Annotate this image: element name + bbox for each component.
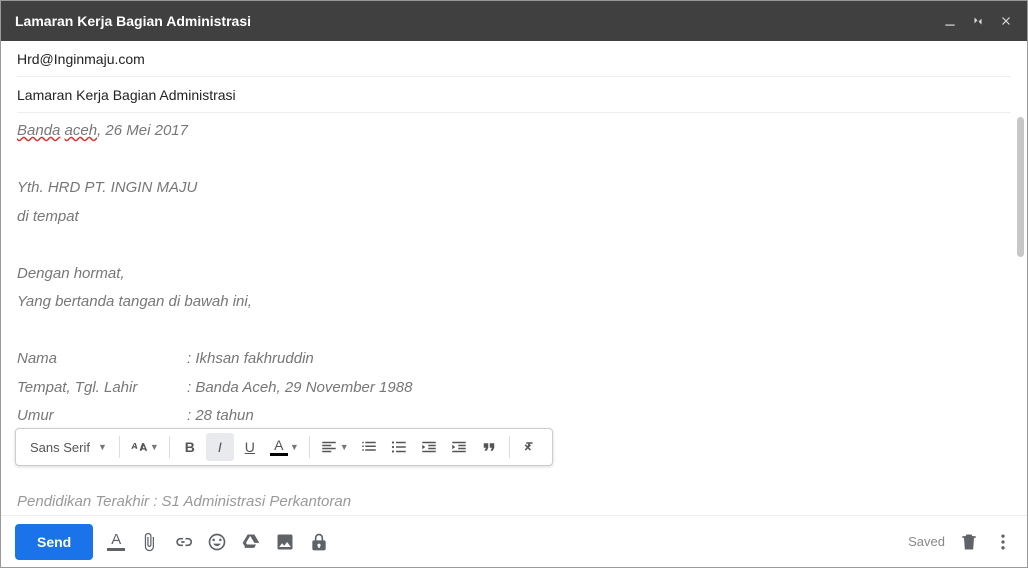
bottom-toolbar: Send A Saved [1, 515, 1027, 567]
indent-less-button[interactable] [415, 433, 443, 461]
insert-link-button[interactable] [173, 532, 193, 552]
subject-value: Lamaran Kerja Bagian Administrasi [17, 87, 236, 103]
italic-button[interactable]: I [206, 433, 234, 461]
chevron-down-icon: ▼ [150, 442, 159, 452]
body-text: di tempat [17, 203, 1011, 232]
font-family-label: Sans Serif [30, 440, 90, 455]
saved-label: Saved [908, 534, 945, 549]
chevron-down-icon: ▼ [290, 442, 299, 452]
numbered-list-button[interactable] [355, 433, 383, 461]
formatting-toggle-button[interactable]: A [107, 532, 125, 551]
chevron-down-icon: ▼ [98, 442, 107, 452]
body-label: Umur [17, 402, 187, 431]
chevron-down-icon: ▼ [340, 442, 349, 452]
separator [119, 436, 120, 458]
window-title: Lamaran Kerja Bagian Administrasi [15, 13, 251, 29]
compose-window: Lamaran Kerja Bagian Administrasi Hrd@In… [0, 0, 1028, 568]
confidential-mode-button[interactable] [309, 532, 329, 552]
more-options-button[interactable] [993, 532, 1013, 552]
minimize-button[interactable] [943, 14, 957, 28]
insert-drive-button[interactable] [241, 532, 261, 552]
body-text: , 26 Mei 2017 [97, 122, 188, 139]
body-text: Banda [17, 122, 60, 139]
to-field[interactable]: Hrd@Inginmaju.com [17, 41, 1011, 77]
body-text: Yang bertanda tangan di bawah ini, [17, 288, 1011, 317]
send-button[interactable]: Send [15, 524, 93, 560]
bottom-right: Saved [908, 532, 1013, 552]
popout-button[interactable] [971, 14, 985, 28]
bold-button[interactable]: B [176, 433, 204, 461]
window-controls [943, 14, 1013, 28]
body-label: Tempat, Tgl. Lahir [17, 374, 187, 403]
body-text: Dengan hormat, [17, 260, 1011, 289]
body-wrap: Banda aceh, 26 Mei 2017 Yth. HRD PT. ING… [1, 113, 1027, 515]
remove-formatting-button[interactable] [516, 433, 544, 461]
body-label: Nama [17, 345, 187, 374]
insert-photo-button[interactable] [275, 532, 295, 552]
bottom-left: Send A [15, 524, 329, 560]
font-size-button[interactable]: ▼ [126, 433, 163, 461]
to-value: Hrd@Inginmaju.com [17, 51, 145, 67]
format-toolbar: Sans Serif ▼ ▼ B I U A ▼ ▼ [15, 428, 553, 466]
underline-button[interactable]: U [236, 433, 264, 461]
align-button[interactable]: ▼ [316, 433, 353, 461]
separator [169, 436, 170, 458]
insert-emoji-button[interactable] [207, 532, 227, 552]
body-text-cutoff: Pendidikan Terakhir : S1 Administrasi Pe… [17, 488, 1011, 516]
body-text: aceh [65, 122, 98, 139]
separator [309, 436, 310, 458]
titlebar: Lamaran Kerja Bagian Administrasi [1, 1, 1027, 41]
separator [509, 436, 510, 458]
quote-button[interactable] [475, 433, 503, 461]
discard-draft-button[interactable] [959, 532, 979, 552]
font-family-select[interactable]: Sans Serif ▼ [24, 433, 113, 461]
subject-field[interactable]: Lamaran Kerja Bagian Administrasi [17, 77, 1011, 113]
header-fields: Hrd@Inginmaju.com Lamaran Kerja Bagian A… [1, 41, 1027, 113]
scrollbar-thumb[interactable] [1017, 117, 1024, 257]
body-value: : Ikhsan fakhruddin [187, 345, 314, 374]
indent-more-button[interactable] [445, 433, 473, 461]
attach-file-button[interactable] [139, 532, 159, 552]
text-color-button[interactable]: A ▼ [266, 433, 303, 461]
bulleted-list-button[interactable] [385, 433, 413, 461]
body-text: Yth. HRD PT. INGIN MAJU [17, 174, 1011, 203]
body-value: : 28 tahun [187, 402, 254, 431]
body-value: : Banda Aceh, 29 November 1988 [187, 374, 412, 403]
close-button[interactable] [999, 14, 1013, 28]
